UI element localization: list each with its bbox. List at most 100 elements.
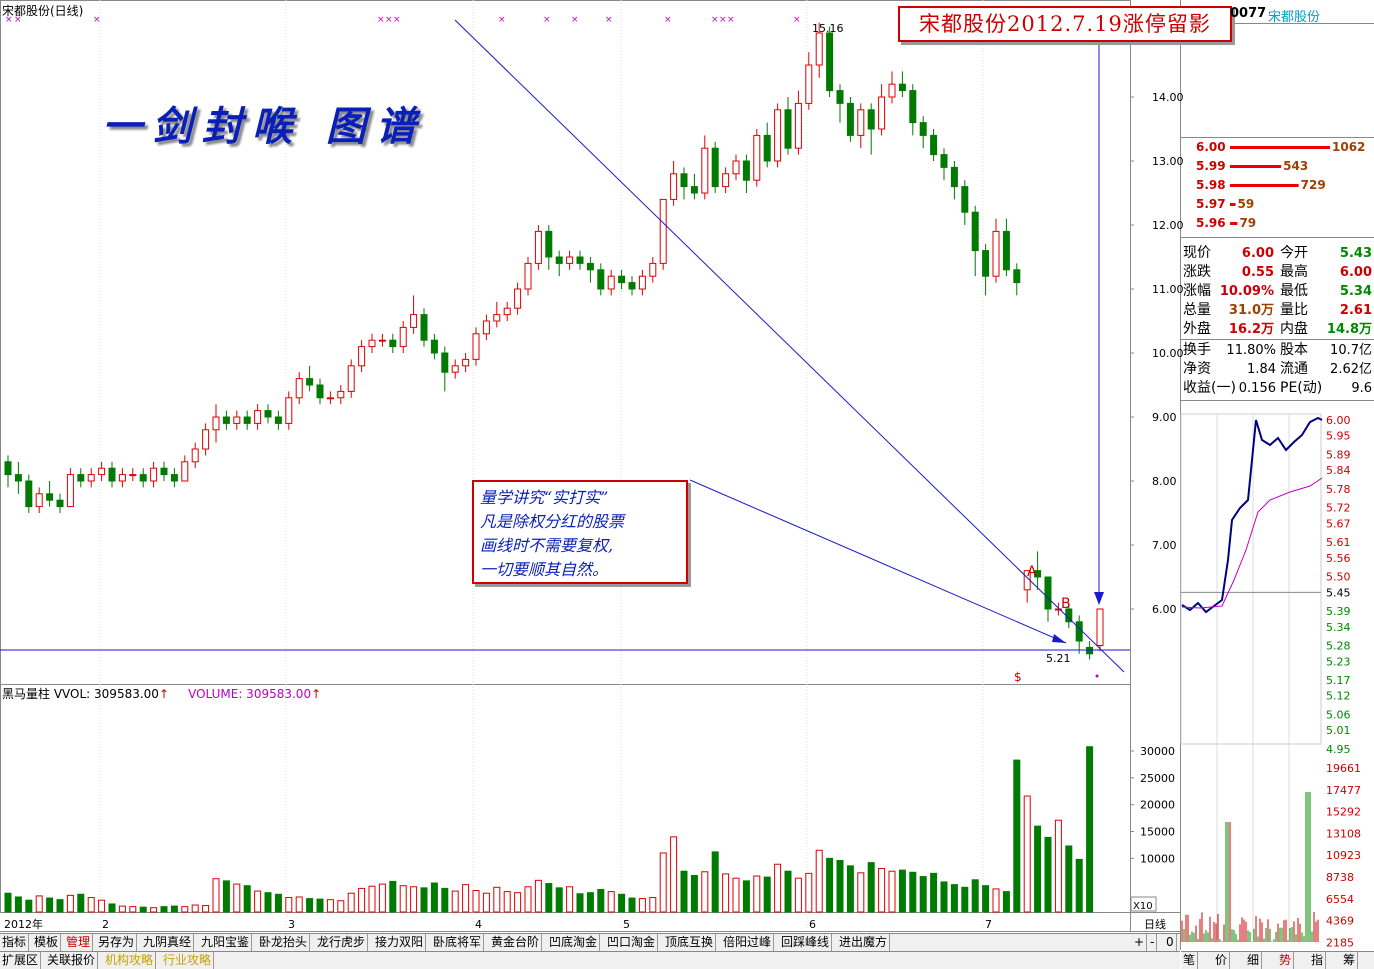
volume-bar: [909, 871, 917, 913]
volume-bar: [618, 893, 626, 913]
volume-bar: [295, 896, 303, 913]
candle-body: [368, 339, 376, 348]
volume-bar: [87, 897, 95, 913]
quote-label: 外盘: [1183, 320, 1211, 337]
volume-bar: [1075, 858, 1083, 913]
right-tab-1[interactable]: 价: [1213, 952, 1231, 969]
volume-bar: [846, 865, 854, 913]
fund-label: 股本: [1280, 342, 1308, 358]
volume-bar: [1086, 746, 1094, 913]
right-tab-4[interactable]: 指: [1309, 952, 1327, 969]
volume-bar: [160, 906, 168, 913]
candle-body: [701, 147, 709, 194]
signal-marker: ×: [377, 15, 385, 25]
fund-value: 10.7亿: [1330, 343, 1372, 358]
toolbar-button-8[interactable]: 接力双阳: [373, 934, 427, 951]
quote-value: 5.43: [1340, 246, 1372, 261]
candle-body: [711, 147, 719, 188]
candle-body: [888, 83, 896, 98]
quote-label: 今开: [1280, 245, 1308, 261]
candle-body: [254, 410, 262, 424]
candle-body: [462, 358, 470, 367]
note-arrow-line: [689, 479, 1067, 644]
candle-body: [638, 275, 646, 290]
note-line: 画线时不需要复权,: [480, 536, 614, 555]
toolbar-button-6[interactable]: 卧龙抬头: [257, 934, 311, 951]
toolbar-button-9[interactable]: 卧底将军: [431, 934, 485, 951]
point-a-label: A: [1027, 564, 1037, 580]
candle-body: [774, 109, 782, 162]
toolbar-button-15[interactable]: 回踩峰线: [779, 934, 833, 951]
candle-body: [46, 493, 54, 501]
candle-body: [191, 448, 199, 463]
candle-body: [389, 339, 397, 348]
toolbar-button-11[interactable]: 凹底淘金: [547, 934, 601, 951]
toolbar2-button-3[interactable]: 行业攻略: [161, 952, 215, 969]
toolbar-button-1[interactable]: 模板: [32, 934, 62, 951]
candle-body: [358, 346, 366, 367]
toolbar2-button-1[interactable]: 关联报价: [45, 952, 99, 969]
toolbar2-button-2[interactable]: 机构攻略: [103, 952, 157, 969]
candle-body: [243, 416, 251, 424]
volume-bar: [857, 872, 865, 913]
toolbar-button-16[interactable]: 进出魔方: [837, 934, 891, 951]
toolbar-button-13[interactable]: 顶底互换: [663, 934, 717, 951]
volume-bar: [46, 897, 54, 913]
right-tab-5[interactable]: 筹: [1341, 952, 1359, 969]
volume-bar: [690, 875, 698, 913]
volume-bar: [212, 878, 220, 913]
stock-name[interactable]: 宋都股份: [1268, 6, 1320, 25]
candle-body: [306, 378, 314, 386]
note-line: 一切要顺其自然。: [480, 560, 609, 579]
candle-body: [815, 32, 823, 66]
candle-body: [441, 352, 449, 373]
right-tab-0[interactable]: 笔: [1181, 952, 1199, 969]
zoom-button-2[interactable]: 0: [1164, 934, 1177, 951]
toolbar-button-7[interactable]: 龙行虎步: [315, 934, 369, 951]
intraday-axis-label: 5.12: [1326, 690, 1351, 703]
note-line: 量学讲究“实打实”: [480, 488, 609, 507]
toolbar2-button-0[interactable]: 扩展区: [0, 952, 42, 969]
x-tick-label: 4: [475, 918, 482, 931]
intraday-axis-label: 5.28: [1326, 640, 1351, 653]
zoom-button-1[interactable]: -: [1148, 934, 1158, 951]
right-tab-3[interactable]: 势: [1277, 952, 1295, 969]
toolbar-button-0[interactable]: 指标: [0, 934, 30, 951]
toolbar-button-10[interactable]: 黄金台阶: [489, 934, 543, 951]
volume-bar: [222, 880, 230, 913]
volume-bar: [264, 892, 272, 913]
intraday-vol-label: 17477: [1326, 784, 1361, 797]
toolbar-button-4[interactable]: 九阴真经: [141, 934, 195, 951]
quote-value: 5.34: [1340, 284, 1372, 299]
volume-bar: [285, 897, 293, 913]
toolbar-button-3[interactable]: 另存为: [96, 934, 138, 951]
toolbar-button-5[interactable]: 九阳宝鉴: [199, 934, 253, 951]
toolbar-button-12[interactable]: 凹口淘金: [605, 934, 659, 951]
right-panel-tabs: 笔价细势指筹: [1181, 951, 1374, 969]
zoom-button-0[interactable]: +: [1132, 934, 1148, 951]
candle-body: [659, 198, 667, 264]
candle-body: [576, 256, 584, 264]
candle-body: [878, 96, 886, 130]
candle-body: [295, 378, 303, 399]
volume-bar: [784, 870, 792, 913]
candle-body: [930, 134, 938, 156]
volume-bar: [1013, 759, 1021, 913]
right-tab-2[interactable]: 细: [1245, 952, 1263, 969]
candle-body: [233, 416, 241, 424]
toolbar-button-2[interactable]: 管理: [64, 934, 94, 951]
quote-value: 14.8万: [1327, 322, 1372, 337]
bottom-toolbar: 扩展区 关联报价 机构攻略 行业攻略: [0, 951, 1180, 969]
signal-marker: ×: [543, 15, 551, 25]
indicator-name[interactable]: 黑马量柱: [2, 687, 50, 701]
volume-bar: [774, 863, 782, 913]
signal-marker: ×: [605, 15, 613, 25]
toolbar-button-14[interactable]: 倍阳过峰: [721, 934, 775, 951]
volume-bar: [982, 885, 990, 913]
intraday-axis-label: 5.23: [1326, 655, 1351, 668]
candle-body: [430, 339, 438, 354]
candle-body: [566, 256, 574, 264]
volume-bar: [867, 862, 875, 913]
candle-body: [316, 384, 324, 399]
intraday-vol-label: 4369: [1326, 915, 1354, 928]
